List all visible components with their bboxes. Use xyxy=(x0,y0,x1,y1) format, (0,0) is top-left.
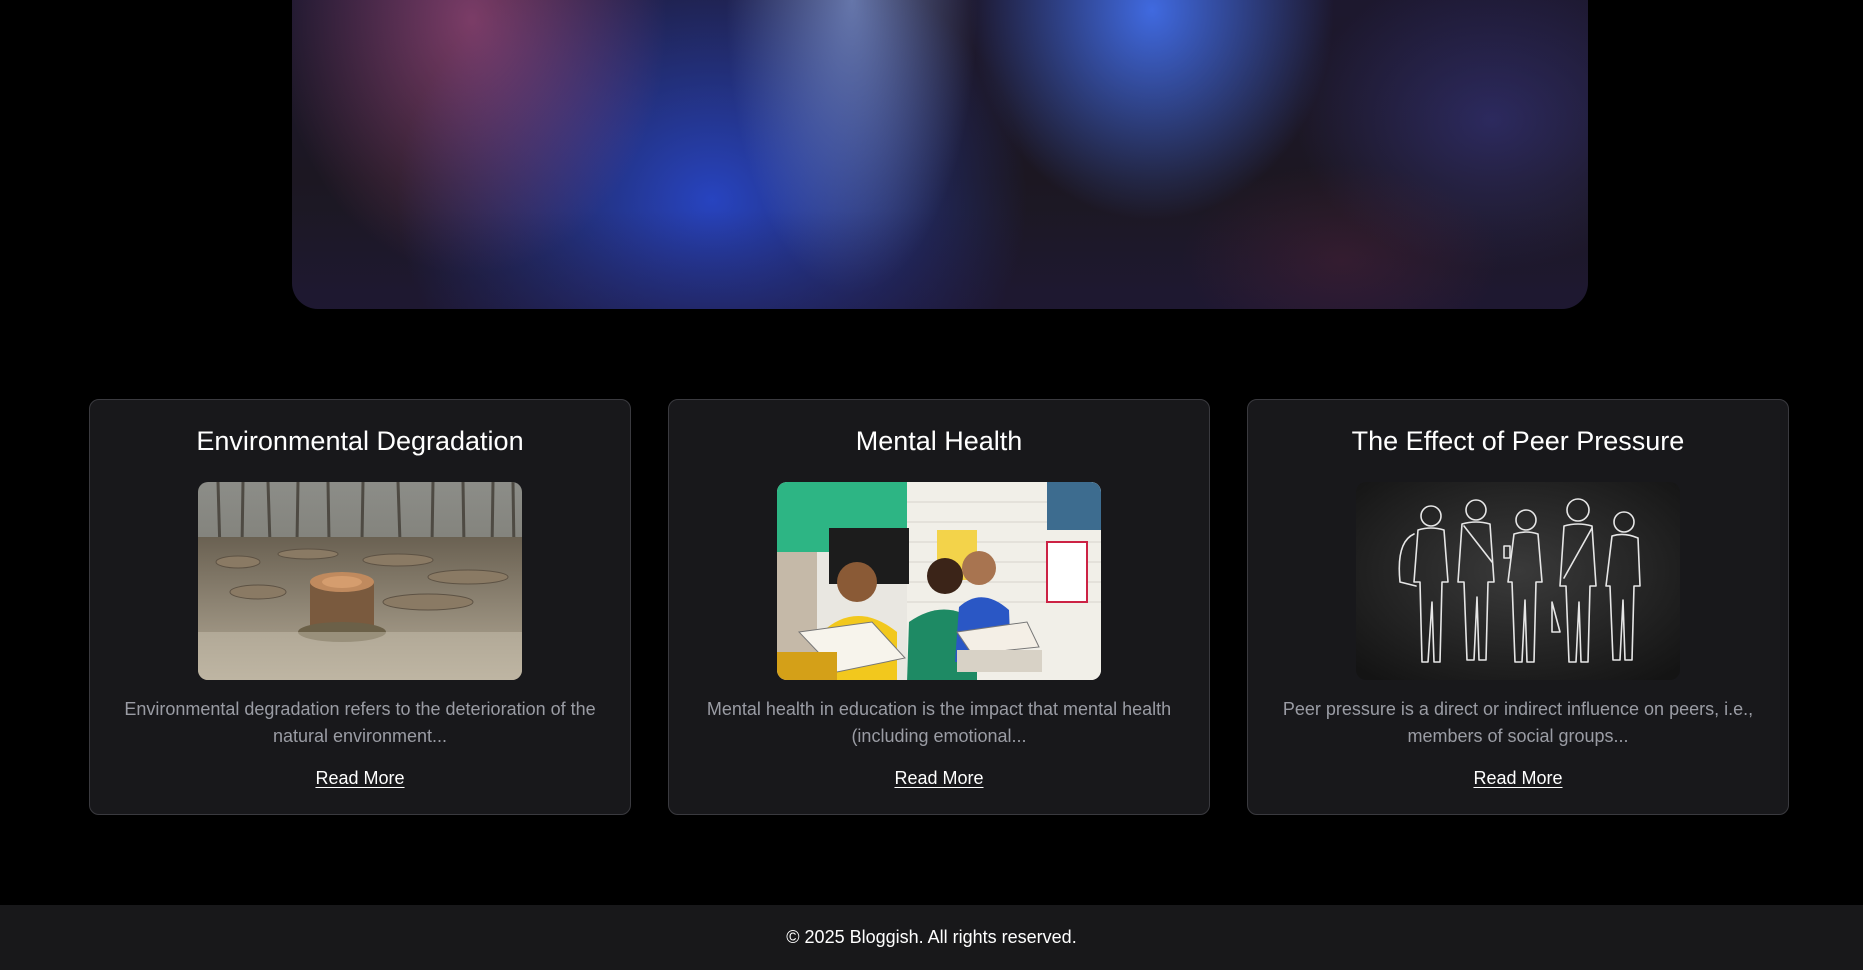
read-more-link[interactable]: Read More xyxy=(1473,768,1562,789)
read-more-link[interactable]: Read More xyxy=(894,768,983,789)
post-title: Environmental Degradation xyxy=(196,426,524,456)
post-card-environmental-degradation: Environmental Degradation Environmental … xyxy=(89,399,631,815)
post-title: The Effect of Peer Pressure xyxy=(1351,426,1685,456)
hero-gradient-banner xyxy=(292,0,1588,309)
page: Environmental Degradation Environmental … xyxy=(0,0,1863,970)
post-card-peer-pressure: The Effect of Peer Pressure Peer pressur… xyxy=(1247,399,1789,815)
footer-copyright: © 2025 Bloggish. All rights reserved. xyxy=(786,927,1077,947)
post-image-children-reading xyxy=(777,482,1101,680)
post-excerpt: Peer pressure is a direct or indirect in… xyxy=(1282,699,1754,746)
post-excerpt: Mental health in education is the impact… xyxy=(706,699,1172,746)
post-card-mental-health: Mental Health Mental health in education… xyxy=(668,399,1210,815)
post-image-chalk-silhouettes xyxy=(1356,482,1680,680)
site-footer: © 2025 Bloggish. All rights reserved. xyxy=(0,905,1863,970)
blog-post-grid: Environmental Degradation Environmental … xyxy=(89,399,1790,815)
read-more-link[interactable]: Read More xyxy=(315,768,404,789)
post-image-deforestation xyxy=(198,482,522,680)
post-excerpt: Environmental degradation refers to the … xyxy=(124,699,596,746)
post-title: Mental Health xyxy=(855,426,1023,456)
